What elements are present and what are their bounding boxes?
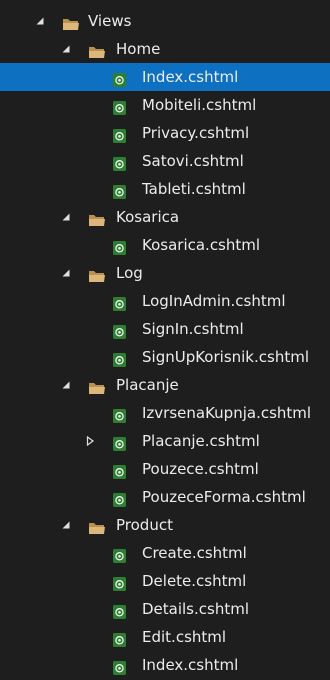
cshtml-file-icon [112,405,127,423]
file-label: Placanje.cshtml [142,432,260,450]
file-label: SignIn.cshtml [142,320,244,338]
expand-arrow-icon[interactable] [59,35,73,63]
folder-label: Product [116,516,173,534]
file-label: Tableti.cshtml [142,180,246,198]
folder-label: Placanje [116,376,179,394]
file-label: Create.cshtml [142,544,247,562]
expand-arrow-icon[interactable] [59,511,73,539]
tree-file-row[interactable]: Pouzece.cshtml [0,455,330,483]
tree-file-row[interactable]: SignUpKorisnik.cshtml [0,343,330,371]
expand-arrow-icon[interactable] [33,7,47,35]
folder-icon [88,517,106,534]
cshtml-file-icon [112,461,127,479]
cshtml-file-icon [112,601,127,619]
folder-label: Home [116,40,161,58]
tree-file-row[interactable]: Mobiteli.cshtml [0,91,330,119]
cshtml-file-icon [112,293,127,311]
tree-folder-row[interactable]: Views [0,7,330,35]
file-label: Delete.cshtml [142,572,247,590]
tree-file-row[interactable]: Create.cshtml [0,539,330,567]
tree-file-row[interactable]: PouzeceForma.cshtml [0,483,330,511]
cshtml-file-icon [112,153,127,171]
folder-icon [88,265,106,282]
folder-icon [88,377,106,394]
file-label: SignUpKorisnik.cshtml [142,348,309,366]
cshtml-file-icon [112,349,127,367]
cshtml-file-icon [112,629,127,647]
file-label: IzvrsenaKupnja.cshtml [142,404,312,422]
tree-file-row[interactable]: Privacy.cshtml [0,119,330,147]
tree-file-row[interactable]: Index.cshtml [0,651,330,679]
tree-file-row[interactable]: Details.cshtml [0,595,330,623]
expand-arrow-icon[interactable] [59,203,73,231]
file-label: Details.cshtml [142,600,249,618]
tree-file-row[interactable]: LogInAdmin.cshtml [0,287,330,315]
cshtml-file-icon [112,433,127,451]
folder-label: Log [116,264,143,282]
tree-file-row[interactable]: IzvrsenaKupnja.cshtml [0,399,330,427]
cshtml-file-icon [112,181,127,199]
cshtml-file-icon [112,237,127,255]
collapse-arrow-icon[interactable] [83,427,97,455]
tree-file-row[interactable]: Edit.cshtml [0,623,330,651]
tree-folder-row[interactable]: Product [0,511,330,539]
cshtml-file-icon [112,125,127,143]
file-label: PouzeceForma.cshtml [142,488,306,506]
folder-label: Views [88,12,132,30]
tree-folder-row[interactable]: Placanje [0,371,330,399]
cshtml-file-icon [112,69,127,87]
tree-file-row[interactable]: Satovi.cshtml [0,147,330,175]
folder-label: Kosarica [116,208,180,226]
file-label: Satovi.cshtml [142,152,244,170]
cshtml-file-icon [112,573,127,591]
tree-folder-row[interactable]: Log [0,259,330,287]
expand-arrow-icon[interactable] [59,371,73,399]
solution-explorer-tree: Views Home Index.cshtml Mobiteli.cshtml Priv… [0,0,330,680]
tree-file-row[interactable]: Delete.cshtml [0,567,330,595]
folder-icon [88,41,106,58]
tree-folder-row[interactable]: Home [0,35,330,63]
file-label: Edit.cshtml [142,628,227,646]
cshtml-file-icon [112,321,127,339]
folder-icon [62,13,80,30]
tree-file-row[interactable]: Kosarica.cshtml [0,231,330,259]
cshtml-file-icon [112,489,127,507]
file-label: LogInAdmin.cshtml [142,292,286,310]
tree-file-row[interactable]: Index.cshtml [0,63,330,91]
cshtml-file-icon [112,657,127,675]
file-label: Privacy.cshtml [142,124,250,142]
tree-file-row[interactable]: SignIn.cshtml [0,315,330,343]
expand-arrow-icon[interactable] [59,259,73,287]
tree-folder-row[interactable]: Kosarica [0,203,330,231]
folder-icon [88,209,106,226]
file-label: Index.cshtml [142,656,239,674]
file-label: Kosarica.cshtml [142,236,261,254]
file-label: Index.cshtml [142,68,239,86]
file-label: Pouzece.cshtml [142,460,259,478]
tree-file-row[interactable]: Tableti.cshtml [0,175,330,203]
cshtml-file-icon [112,545,127,563]
cshtml-file-icon [112,97,127,115]
tree-file-row[interactable]: Placanje.cshtml [0,427,330,455]
file-label: Mobiteli.cshtml [142,96,257,114]
